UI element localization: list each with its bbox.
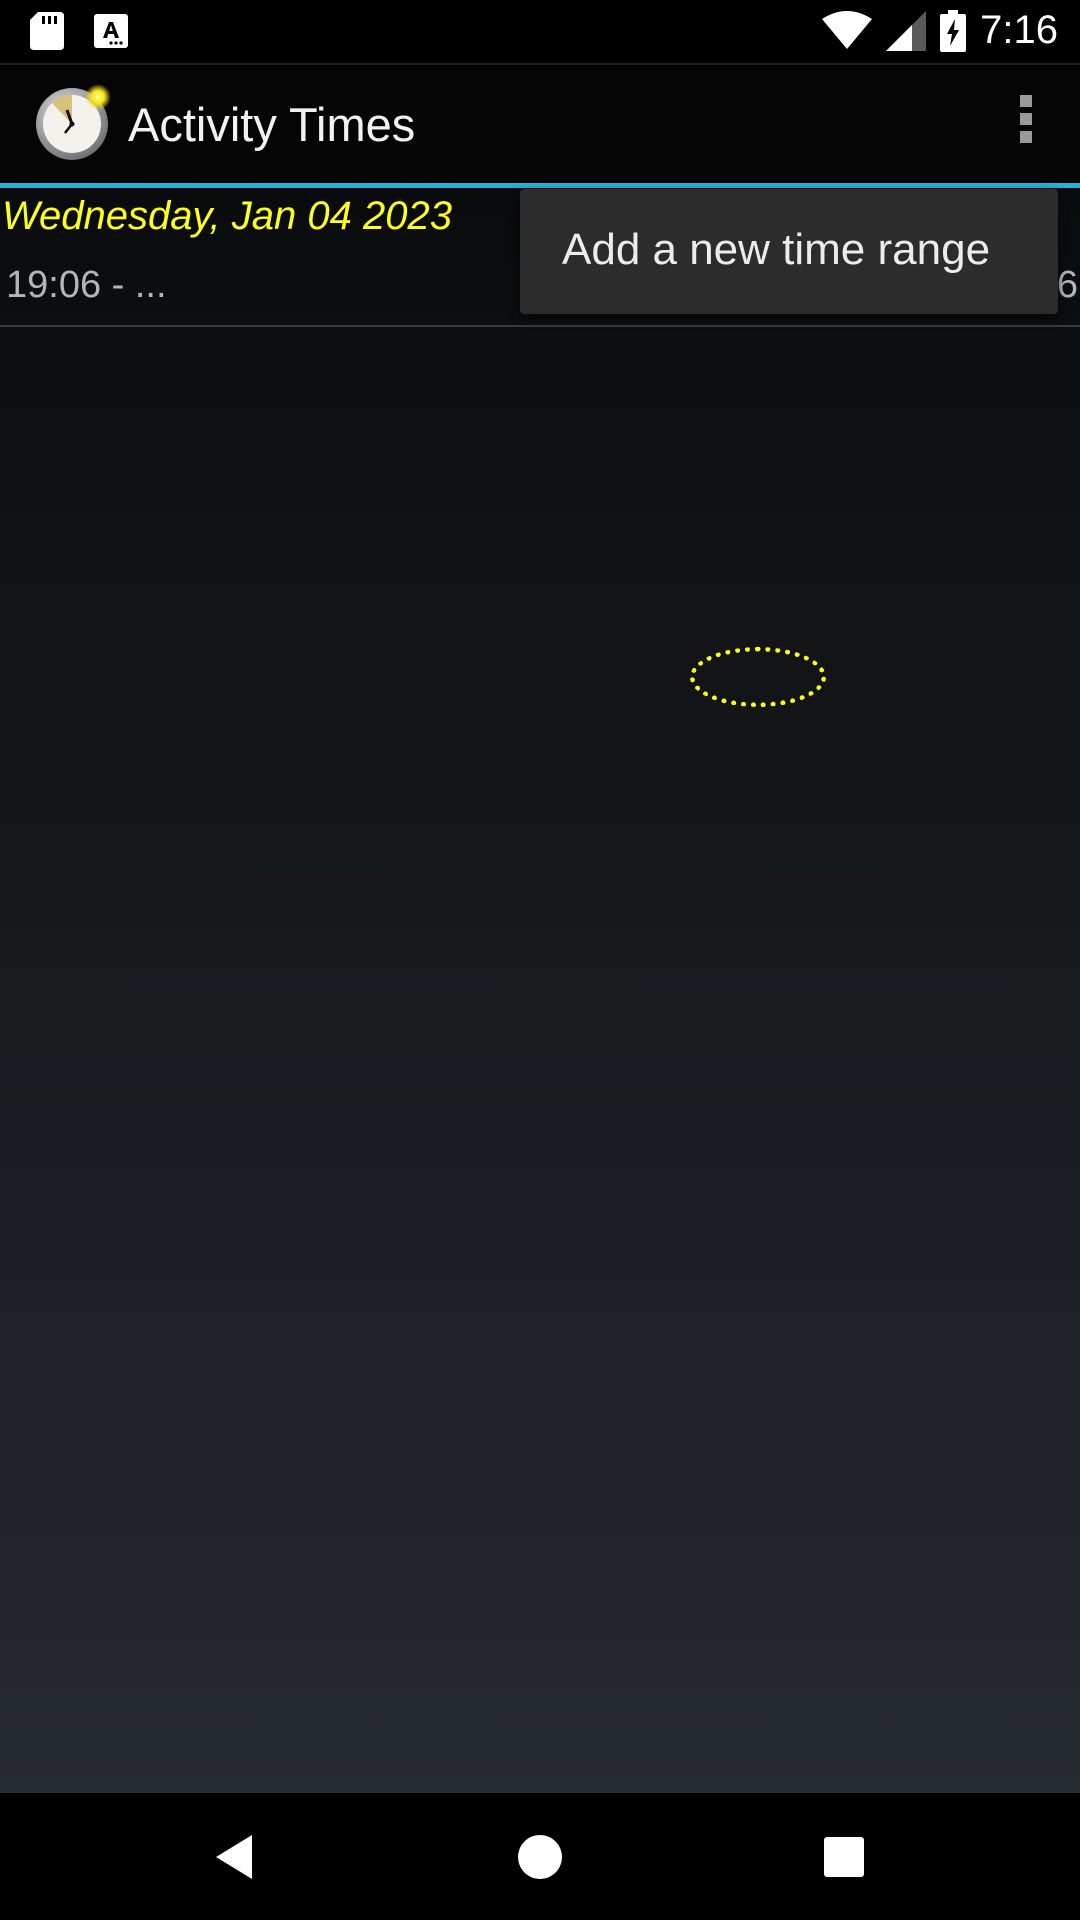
list-divider [0,325,1080,327]
wifi-icon [822,10,873,49]
popup-menu: Add a new time range [520,189,1058,314]
battery-charging-icon [940,9,967,52]
tap-indicator [690,647,826,707]
status-time: 7:16 [980,8,1058,52]
stopwatch-app-icon[interactable] [34,83,112,161]
screen: 7:16 Activity Times Wednesday, Jan 04 20… [0,0,1080,1920]
status-bar: 7:16 [0,0,1080,63]
back-icon[interactable] [206,1827,266,1887]
status-left-icons [30,12,128,50]
app-title: Activity Times [128,98,416,151]
navigation-bar [0,1793,1080,1920]
time-range: 19:06 - ... [6,264,167,306]
date-header: Wednesday, Jan 04 2023 [2,194,452,238]
home-icon[interactable] [510,1827,570,1887]
duration-value: 6 [1056,264,1078,306]
action-bar: Activity Times [0,65,1080,183]
more-vert-icon[interactable] [1002,95,1050,155]
status-right-icons: 7:16 [822,8,1058,53]
menu-item-add-time-range[interactable]: Add a new time range [562,225,990,275]
sd-card-icon [30,12,64,50]
text-notification-icon [94,14,128,48]
main-content: Wednesday, Jan 04 2023 19:06 - ... 6 [0,188,1080,1793]
cell-signal-icon [886,10,927,51]
recents-icon[interactable] [814,1827,874,1887]
